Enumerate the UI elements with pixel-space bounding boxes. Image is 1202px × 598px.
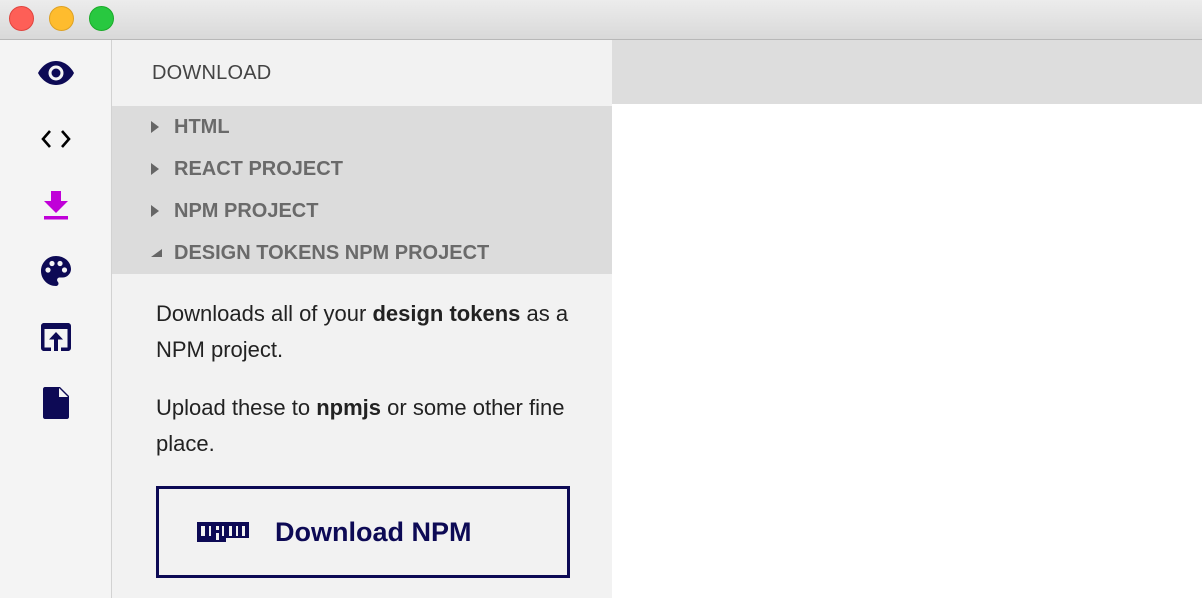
- open-in-browser-icon: [41, 323, 71, 351]
- description-text: Downloads all of your design tokens as a…: [156, 301, 569, 362]
- accordion-item-design-tokens-npm-project[interactable]: DESIGN TOKENS NPM PROJECT: [112, 232, 612, 274]
- accordion-item-label: DESIGN TOKENS NPM PROJECT: [174, 241, 490, 264]
- accordion-content: Downloads all of your design tokens as a…: [112, 274, 612, 462]
- upload-hint-text: Upload these to npmjs or some other fine…: [156, 395, 565, 456]
- open-in-browser-button[interactable]: [0, 304, 112, 370]
- accordion-item-react-project[interactable]: REACT PROJECT: [112, 148, 612, 190]
- download-accordion: HTML REACT PROJECT NPM PROJECT DESIGN TO…: [112, 106, 612, 274]
- document-icon: [43, 387, 69, 419]
- eye-icon: [38, 61, 74, 85]
- preview-button[interactable]: [0, 40, 112, 106]
- preview-toolbar: [612, 40, 1202, 104]
- minimize-window-button[interactable]: [49, 6, 74, 31]
- download-icon: [44, 191, 68, 220]
- caret-right-icon: [150, 204, 174, 218]
- maximize-window-button[interactable]: [89, 6, 114, 31]
- accordion-item-label: REACT PROJECT: [174, 157, 343, 180]
- caret-down-icon: [150, 248, 174, 258]
- icon-sidebar: [0, 40, 112, 598]
- palette-icon: [41, 256, 71, 286]
- window-titlebar: [0, 0, 1202, 40]
- close-window-button[interactable]: [9, 6, 34, 31]
- download-npm-button[interactable]: Download NPM: [156, 486, 570, 578]
- download-npm-label: Download NPM: [275, 516, 472, 547]
- accordion-item-npm-project[interactable]: NPM PROJECT: [112, 190, 612, 232]
- theme-button[interactable]: [0, 238, 112, 304]
- download-button[interactable]: [0, 172, 112, 238]
- panel-title: DOWNLOAD: [152, 61, 272, 84]
- code-icon: [41, 130, 71, 148]
- caret-right-icon: [150, 120, 174, 134]
- accordion-item-html[interactable]: HTML: [112, 106, 612, 148]
- download-panel: DOWNLOAD HTML REACT PROJECT NPM PROJECT …: [112, 40, 612, 598]
- document-button[interactable]: [0, 370, 112, 436]
- code-button[interactable]: [0, 106, 112, 172]
- preview-pane: [612, 40, 1202, 598]
- accordion-item-label: HTML: [174, 115, 230, 138]
- accordion-item-label: NPM PROJECT: [174, 199, 319, 222]
- caret-right-icon: [150, 162, 174, 176]
- npm-logo-icon: [197, 522, 249, 542]
